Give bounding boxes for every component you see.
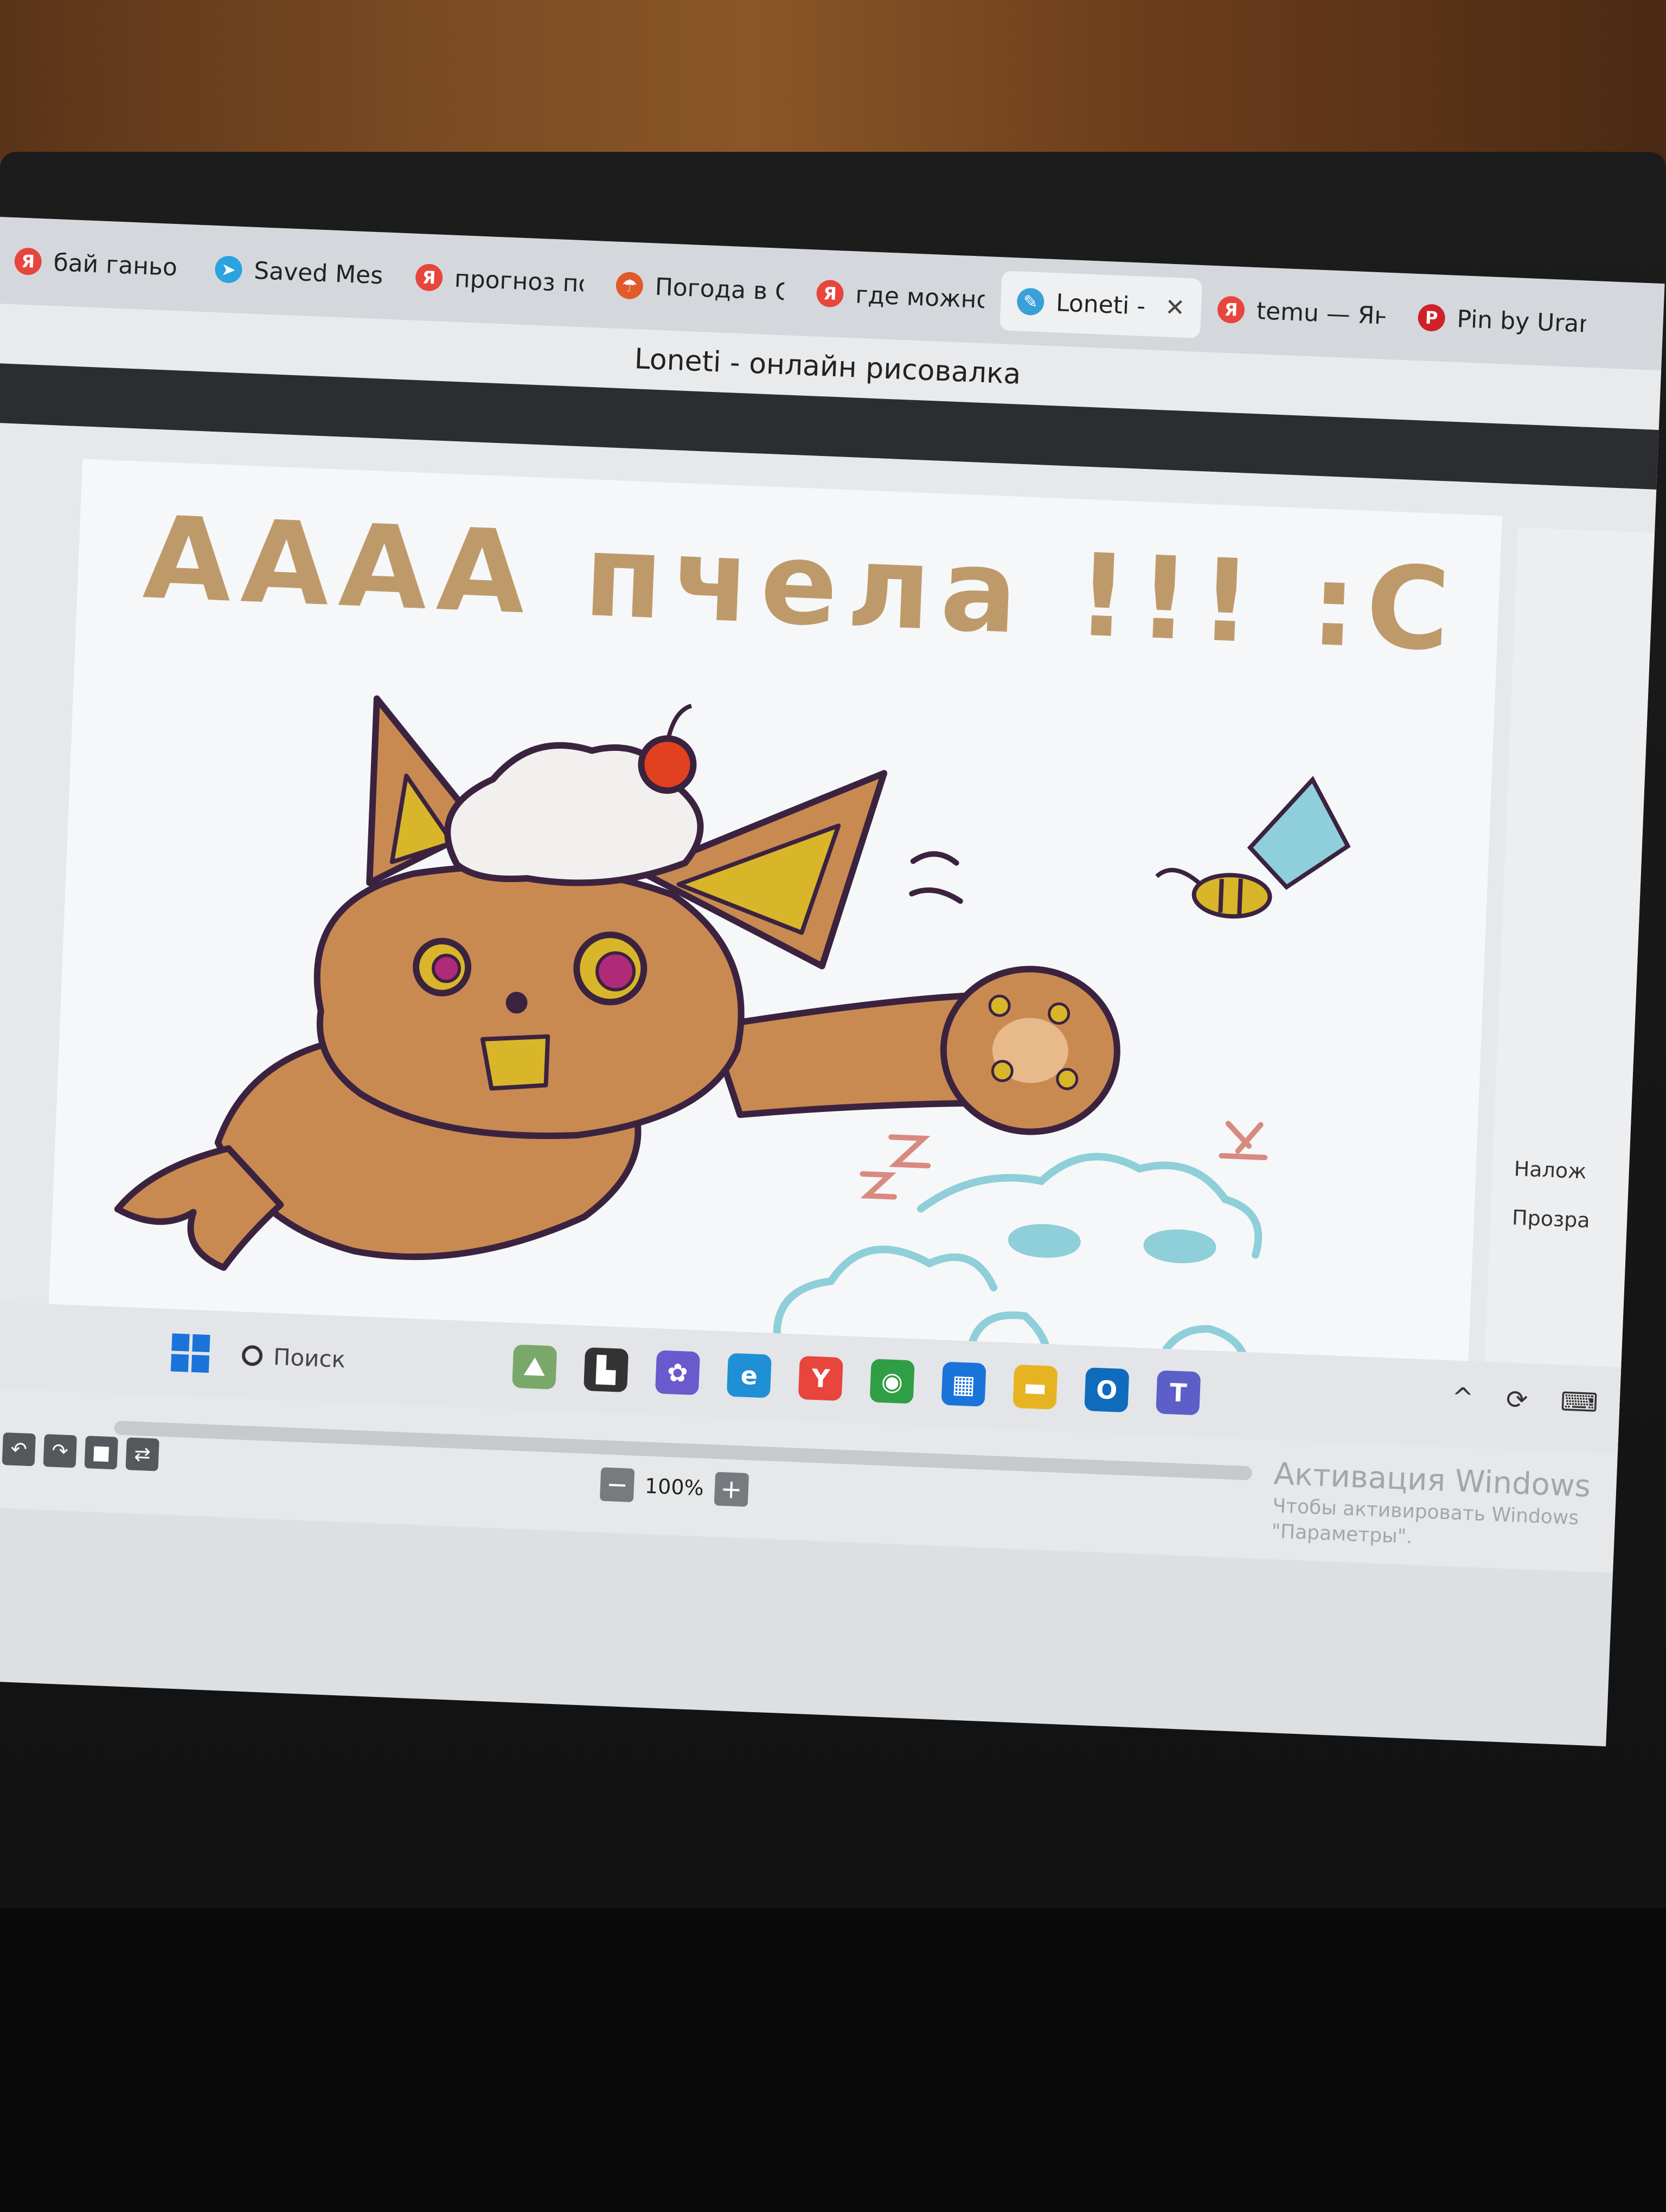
yandex-icon: Я [816,279,844,308]
pen-icon: ✎ [1016,287,1045,316]
bee-body [1191,873,1272,919]
tab-label: Saved Mess [253,256,384,290]
taskbar-apps: ⛰ ▙ ✿ e Y ◉ ▦ ▬ O T [512,1344,1201,1416]
yandex-browser-icon[interactable]: Y [798,1355,843,1401]
explorer-icon[interactable]: ▬ [1013,1364,1058,1410]
pinterest-icon: P [1417,304,1446,332]
redo-icon[interactable]: ↷ [43,1434,77,1468]
start-button[interactable] [170,1333,210,1373]
umbrella-icon: ☂ [615,271,644,300]
tab-label: бай ганьо - [53,248,183,282]
copilot-icon[interactable]: ✿ [655,1350,701,1396]
task-view-icon[interactable]: ▙ [583,1347,629,1393]
yandex-icon: Я [1216,295,1245,324]
zoom-out-button[interactable]: − [599,1467,635,1502]
browser-tab[interactable]: Ягде можно [799,262,1002,330]
swap-icon[interactable]: ⇄ [125,1437,159,1471]
cat-head [313,863,745,1139]
yandex-icon: Я [14,247,42,276]
outlook-icon[interactable]: O [1084,1367,1130,1413]
drawing-canvas[interactable]: АААА пчела !!! :С [45,459,1503,1448]
tab-label: где можно [855,280,985,314]
browser-tab[interactable]: P Pin by Uran [1400,287,1603,355]
cherry [638,735,697,794]
search-placeholder: Поиск [273,1343,346,1373]
zoom-level: 100% [644,1474,704,1500]
windows-activation-watermark: Активация Windows Чтобы активировать Win… [1271,1456,1591,1555]
zoom-control: − 100% + [599,1467,749,1507]
tab-label: Погода в С [654,273,785,306]
tab-label: temu — Янд [1255,297,1386,330]
bottom-tools: ⟩ ↶ ↷ ■ ⇄ [0,1431,159,1471]
laptop-screen: Ябай ганьо - ➤ Saved Mess Япрогноз по ☂ Погод… [0,217,1665,1747]
taskbar-search[interactable]: Поиск [241,1342,481,1378]
tab-label: Loneti - о [1055,288,1154,320]
browser-tab[interactable]: Япрогноз по [398,247,601,314]
keyboard-icon[interactable]: ⌨ [1560,1386,1598,1418]
tray-expand-icon[interactable]: ^ [1451,1382,1474,1413]
opacity-label: Прозра [1511,1205,1591,1233]
store-icon[interactable]: ▦ [941,1361,986,1407]
browser-tab[interactable]: ➤ Saved Mess [197,239,400,306]
zoom-in-button[interactable]: + [714,1471,749,1507]
undo-icon[interactable]: ↶ [2,1432,36,1467]
blend-mode-label: Налож [1513,1156,1587,1184]
tab-label: прогноз по [454,265,584,298]
sync-icon[interactable]: ⟳ [1505,1384,1528,1416]
browser-tab[interactable]: Ябай ганьо - [0,230,200,298]
close-icon[interactable]: ✕ [1164,293,1186,321]
browser-tab[interactable]: Яtemu — Янд [1200,279,1403,346]
cat-tongue [480,1034,550,1091]
tab-label: Pin by Uran [1456,305,1587,338]
browser-tab[interactable]: ☂ Погода в С [599,255,802,323]
edge-icon[interactable]: e [726,1353,772,1398]
widgets-icon[interactable]: ⛰ [512,1344,558,1390]
browser-tab[interactable]: ✎ Loneti - о ✕ [999,271,1203,338]
teams-icon[interactable]: T [1156,1370,1201,1416]
chrome-icon[interactable]: ◉ [869,1359,915,1404]
laptop-keyboard [0,1908,1666,2212]
cat-nose [505,992,528,1014]
yandex-icon: Я [415,263,444,292]
system-tray: ^ ⟳ ⌨ [1451,1382,1599,1418]
search-icon [241,1345,263,1367]
telegram-icon: ➤ [214,255,243,284]
stop-icon[interactable]: ■ [84,1436,118,1470]
